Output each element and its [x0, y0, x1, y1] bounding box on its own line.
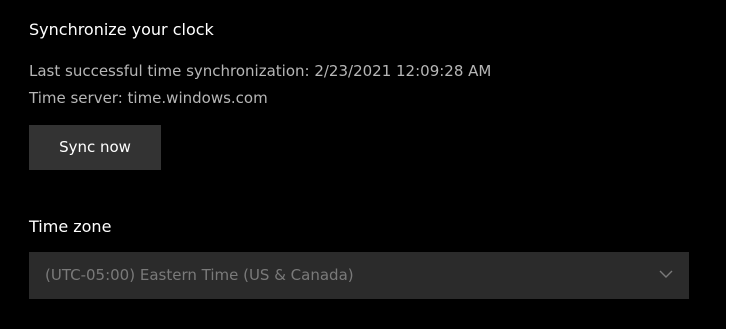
time-zone-selected-value: (UTC-05:00) Eastern Time (US & Canada): [45, 266, 354, 284]
settings-panel: Synchronize your clock Last successful t…: [0, 0, 726, 329]
chevron-down-icon: [659, 270, 673, 278]
window-edge: [726, 0, 736, 329]
sync-section-title: Synchronize your clock: [29, 20, 214, 39]
time-zone-dropdown[interactable]: (UTC-05:00) Eastern Time (US & Canada): [29, 252, 689, 299]
time-server-text: Time server: time.windows.com: [29, 89, 268, 107]
time-zone-label: Time zone: [29, 217, 112, 236]
last-sync-text: Last successful time synchronization: 2/…: [29, 62, 492, 80]
sync-now-button[interactable]: Sync now: [29, 125, 161, 170]
